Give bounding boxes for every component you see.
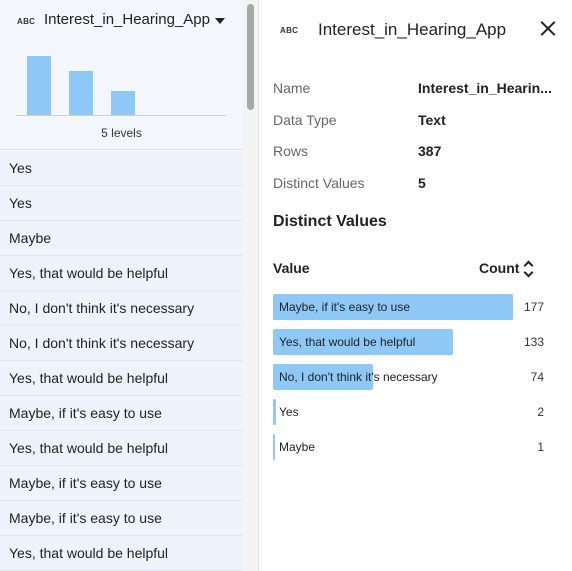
meta-value-data-type: Text	[418, 112, 446, 128]
column-title[interactable]: Interest_in_Hearing_App	[44, 11, 210, 28]
histogram-bar	[27, 56, 51, 116]
scrollbar[interactable]	[243, 0, 259, 571]
meta-value-name: Interest_in_Hearin...	[418, 80, 552, 96]
distinct-value-count: 133	[523, 335, 544, 349]
table-row[interactable]: Yes, that would be helpful	[0, 536, 243, 571]
meta-label-data-type: Data Type	[273, 112, 337, 128]
meta-label-name: Name	[273, 80, 311, 96]
table-row[interactable]: Maybe, if it's easy to use	[0, 396, 243, 431]
close-icon[interactable]	[540, 20, 556, 36]
distinct-value-bar	[273, 434, 275, 460]
column-rows: Yes Yes Maybe Yes, that would be helpful No,…	[0, 151, 243, 571]
distinct-value-row[interactable]: Maybe 1	[273, 434, 544, 460]
distinct-value-label: Yes	[279, 405, 299, 419]
column-header[interactable]: ABC Interest_in_Hearing_App 5 levels	[0, 0, 243, 150]
distinct-value-row[interactable]: No, I don't think it's necessary 74	[273, 364, 544, 390]
meta-label-rows: Rows	[273, 143, 309, 159]
distinct-value-bar	[273, 399, 276, 425]
distinct-value-count: 2	[537, 405, 544, 419]
distinct-value-label: Maybe	[279, 440, 316, 454]
table-row[interactable]: Maybe	[0, 221, 243, 256]
distinct-value-label: Maybe, if it's easy to use	[279, 300, 411, 314]
histogram-baseline	[16, 115, 226, 116]
distinct-value-row[interactable]: Maybe, if it's easy to use 177	[273, 294, 544, 320]
distinct-value-label: Yes, that would be helpful	[279, 335, 416, 349]
value-column-header: Value	[273, 260, 310, 276]
count-column-header[interactable]: Count	[479, 260, 519, 276]
column-details-panel: ABC Interest_in_Hearing_App Name Interes…	[259, 0, 572, 571]
distinct-value-row[interactable]: Yes, that would be helpful 133	[273, 329, 544, 355]
distinct-value-count: 177	[523, 300, 544, 314]
table-row[interactable]: Maybe, if it's easy to use	[0, 501, 243, 536]
scrollbar-thumb[interactable]	[247, 4, 254, 110]
chevron-down-icon[interactable]	[215, 18, 225, 24]
text-type-icon: ABC	[17, 17, 36, 26]
section-title: Distinct Values	[273, 213, 387, 230]
distinct-value-count: 74	[530, 370, 544, 384]
levels-count: 5 levels	[101, 126, 142, 140]
text-type-icon: ABC	[280, 26, 299, 35]
sort-icon[interactable]	[524, 260, 534, 276]
distinct-value-label: No, I don't think it's necessary	[279, 370, 438, 384]
table-row[interactable]: Yes	[0, 151, 243, 186]
meta-value-rows: 387	[418, 143, 442, 159]
table-row[interactable]: Yes, that would be helpful	[0, 361, 243, 396]
table-row[interactable]: Maybe, if it's easy to use	[0, 466, 243, 501]
distinct-value-row[interactable]: Yes 2	[273, 399, 544, 425]
table-row[interactable]: Yes, that would be helpful	[0, 256, 243, 291]
table-row[interactable]: Yes	[0, 186, 243, 221]
table-row[interactable]: Yes, that would be helpful	[0, 431, 243, 466]
histogram-bar	[111, 91, 135, 116]
distinct-value-count: 1	[537, 440, 544, 454]
histogram-bar	[69, 71, 93, 116]
meta-label-distinct-values: Distinct Values	[273, 175, 365, 191]
table-row[interactable]: No, I don't think it's necessary	[0, 291, 243, 326]
column-histogram	[20, 48, 228, 116]
column-view: ABC Interest_in_Hearing_App 5 levels Yes…	[0, 0, 243, 571]
meta-value-distinct-values: 5	[418, 175, 426, 191]
table-row[interactable]: No, I don't think it's necessary	[0, 326, 243, 361]
panel-title: Interest_in_Hearing_App	[318, 20, 507, 39]
